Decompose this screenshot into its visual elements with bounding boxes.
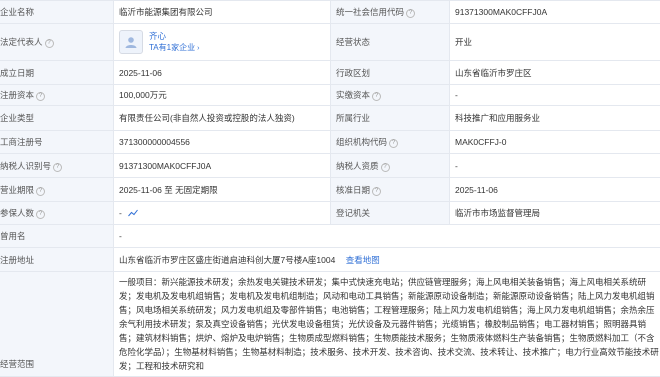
term-label: 营业期限? <box>0 178 114 202</box>
taxpayer-qual-label: 纳税人资质? <box>331 154 450 178</box>
paid-capital-label: 实缴资本? <box>331 85 450 106</box>
legal-rep-name[interactable]: 齐心 <box>149 31 199 42</box>
district-label: 行政区划 <box>331 61 450 85</box>
help-icon[interactable]: ? <box>389 139 398 148</box>
status-value: 开业 <box>450 24 660 61</box>
help-icon[interactable]: ? <box>372 92 381 101</box>
insured-value: - <box>119 208 122 218</box>
help-icon[interactable]: ? <box>381 163 390 172</box>
trend-chart-icon[interactable] <box>128 209 138 217</box>
view-map-link[interactable]: 查看地图 <box>346 255 380 265</box>
company-info-table: 企业名称 临沂市能源集团有限公司 统一社会信用代码? 91371300MAK0C… <box>0 0 660 377</box>
founded-label: 成立日期 <box>0 61 114 85</box>
authority-value: 临沂市市场监督管理局 <box>450 202 660 225</box>
scope-value: 一般项目：新兴能源技术研发；余热发电关键技术研发；集中式快速充电站；供应链管理服… <box>114 272 660 377</box>
help-icon[interactable]: ? <box>45 39 54 48</box>
company-type-label: 企业类型 <box>0 106 114 131</box>
legal-rep-label: 法定代表人? <box>0 24 114 61</box>
help-icon[interactable]: ? <box>53 163 62 172</box>
reg-no-label: 工商注册号 <box>0 131 114 154</box>
district-value: 山东省临沂市罗庄区 <box>450 61 660 85</box>
person-icon <box>124 35 138 49</box>
paid-capital-value: - <box>450 85 660 106</box>
approval-date-label: 核准日期? <box>331 178 450 202</box>
company-name-label: 企业名称 <box>0 1 114 24</box>
authority-label: 登记机关 <box>331 202 450 225</box>
org-code-value: MAK0CFFJ-0 <box>450 131 660 154</box>
taxpayer-id-label: 纳税人识别号? <box>0 154 114 178</box>
credit-code-value: 91371300MAK0CFFJ0A <box>450 1 660 24</box>
help-icon[interactable]: ? <box>372 187 381 196</box>
reg-no-value: 371300000004556 <box>114 131 331 154</box>
reg-capital-label: 注册资本? <box>0 85 114 106</box>
address-label: 注册地址 <box>0 248 114 272</box>
insured-cell: - <box>114 202 331 225</box>
company-type-value: 有限责任公司(非自然人投资或控股的法人独资) <box>114 106 331 131</box>
address-cell: 山东省临沂市罗庄区盛庄街道启迪科创大厦7号楼A座1004 查看地图 <box>114 248 660 272</box>
legal-rep-cell: 齐心 TA有1家企业› <box>114 24 331 61</box>
status-label: 经营状态 <box>331 24 450 61</box>
legal-rep-companies-link[interactable]: TA有1家企业› <box>149 42 199 54</box>
help-icon[interactable]: ? <box>36 210 45 219</box>
avatar[interactable] <box>119 30 143 54</box>
approval-date-value: 2025-11-06 <box>450 178 660 202</box>
org-code-label: 组织机构代码? <box>331 131 450 154</box>
scope-label: 经营范围 <box>0 272 114 377</box>
help-icon[interactable]: ? <box>36 92 45 101</box>
credit-code-label: 统一社会信用代码? <box>331 1 450 24</box>
former-name-value: - <box>114 225 660 248</box>
company-name-value: 临沂市能源集团有限公司 <box>114 1 331 24</box>
help-icon[interactable]: ? <box>406 9 415 18</box>
former-name-label: 曾用名 <box>0 225 114 248</box>
taxpayer-id-value: 91371300MAK0CFFJ0A <box>114 154 331 178</box>
industry-label: 所属行业 <box>331 106 450 131</box>
term-value: 2025-11-06 至 无固定期限 <box>114 178 331 202</box>
taxpayer-qual-value: - <box>450 154 660 178</box>
founded-value: 2025-11-06 <box>114 61 331 85</box>
chevron-right-icon: › <box>197 45 199 52</box>
help-icon[interactable]: ? <box>36 187 45 196</box>
industry-value: 科技推广和应用服务业 <box>450 106 660 131</box>
address-value: 山东省临沂市罗庄区盛庄街道启迪科创大厦7号楼A座1004 <box>119 255 335 265</box>
insured-label: 参保人数? <box>0 202 114 225</box>
reg-capital-value: 100,000万元 <box>114 85 331 106</box>
